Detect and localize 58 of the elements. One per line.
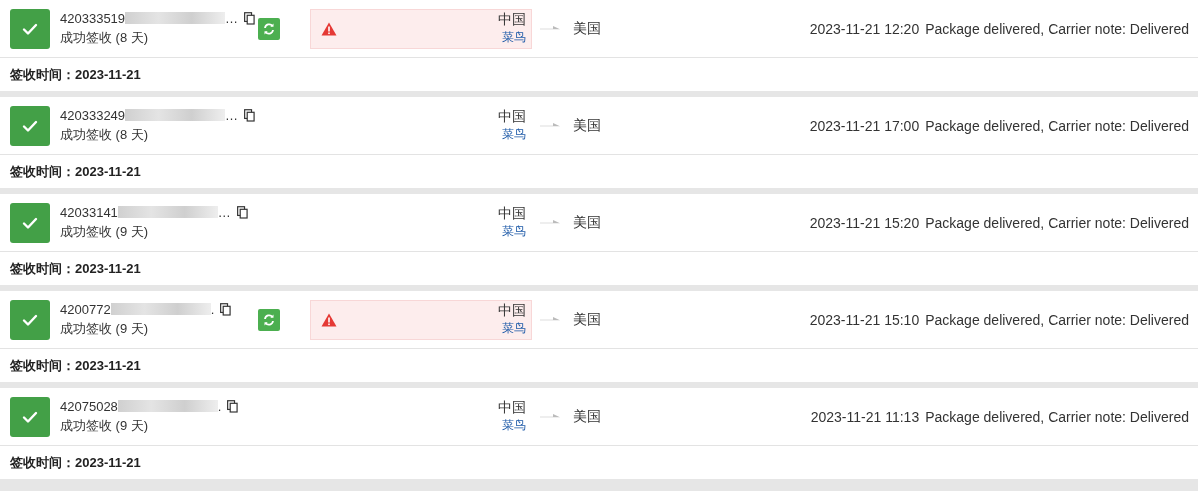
event-time: 2023-11-21 11:13 [810, 408, 920, 425]
delivery-status: 成功签收 (9 天) [60, 416, 150, 435]
event-description: Package delivered, Carrier note: Delivered [925, 311, 1189, 328]
delivered-check-icon [10, 8, 50, 49]
tracking-number: 4200772 [60, 301, 111, 317]
ellipsis: … [225, 10, 239, 26]
event-description: Package delivered, Carrier note: Delivered [925, 117, 1189, 134]
event-description: Package delivered, Carrier note: Delivered [925, 408, 1189, 425]
delivery-date: 签收时间：2023-11-21 [10, 356, 141, 375]
event-time: 2023-11-21 12:20 [809, 20, 920, 37]
delivery-date: 签收时间：2023-11-21 [10, 453, 141, 472]
delivery-status: 成功签收 (8 天) [60, 125, 150, 144]
ellipsis: … [217, 204, 231, 220]
delivery-date: 签收时间：2023-11-21 [10, 162, 141, 181]
tracking-number: 420333519 [60, 10, 126, 26]
origin-country: 中国 [498, 302, 526, 320]
event-time: 2023-11-21 15:20 [809, 214, 920, 231]
origin-country: 中国 [498, 399, 526, 417]
tracking-number: 42075028 [60, 398, 118, 414]
carrier-link[interactable]: 菜鸟 [502, 223, 526, 240]
refresh-button[interactable] [258, 308, 280, 331]
carrier-link[interactable]: 菜鸟 [502, 320, 526, 337]
destination-country: 美国 [573, 407, 601, 426]
delivery-status: 成功签收 (9 天) [60, 222, 150, 241]
origin-country: 中国 [498, 11, 526, 29]
ellipsis: … [225, 107, 239, 123]
carrier-link[interactable]: 菜鸟 [502, 126, 526, 143]
delivered-check-icon [10, 202, 50, 243]
event-description: Package delivered, Carrier note: Delivered [925, 214, 1189, 231]
destination-country: 美国 [573, 213, 601, 232]
event-time: 2023-11-21 15:10 [809, 311, 920, 328]
warning-icon [321, 312, 337, 327]
origin-country: 中国 [498, 108, 526, 126]
copy-icon[interactable] [227, 399, 239, 413]
copy-icon[interactable] [220, 302, 232, 316]
destination-country: 美国 [573, 310, 601, 329]
copy-icon[interactable] [244, 108, 256, 122]
delivered-check-icon [10, 396, 50, 437]
event-description: Package delivered, Carrier note: Delivered [925, 20, 1189, 37]
copy-icon[interactable] [244, 11, 256, 25]
origin-country: 中国 [498, 205, 526, 223]
ellipsis: . [210, 301, 215, 317]
delivery-status: 成功签收 (8 天) [60, 28, 150, 47]
tracking-number: 420333249 [60, 107, 126, 123]
event-time: 2023-11-21 17:00 [809, 117, 920, 134]
delivery-date: 签收时间：2023-11-21 [10, 65, 141, 84]
tracking-number: 42033141 [60, 204, 118, 220]
carrier-link[interactable]: 菜鸟 [502, 417, 526, 434]
delivered-check-icon [10, 299, 50, 340]
delivery-date: 签收时间：2023-11-21 [10, 259, 141, 278]
copy-icon[interactable] [236, 205, 248, 219]
destination-country: 美国 [573, 19, 601, 38]
warning-icon [321, 21, 337, 36]
destination-country: 美国 [573, 116, 601, 135]
delivered-check-icon [10, 105, 50, 146]
carrier-link[interactable]: 菜鸟 [502, 29, 526, 46]
delivery-status: 成功签收 (9 天) [60, 319, 150, 338]
ellipsis: . [217, 398, 222, 414]
